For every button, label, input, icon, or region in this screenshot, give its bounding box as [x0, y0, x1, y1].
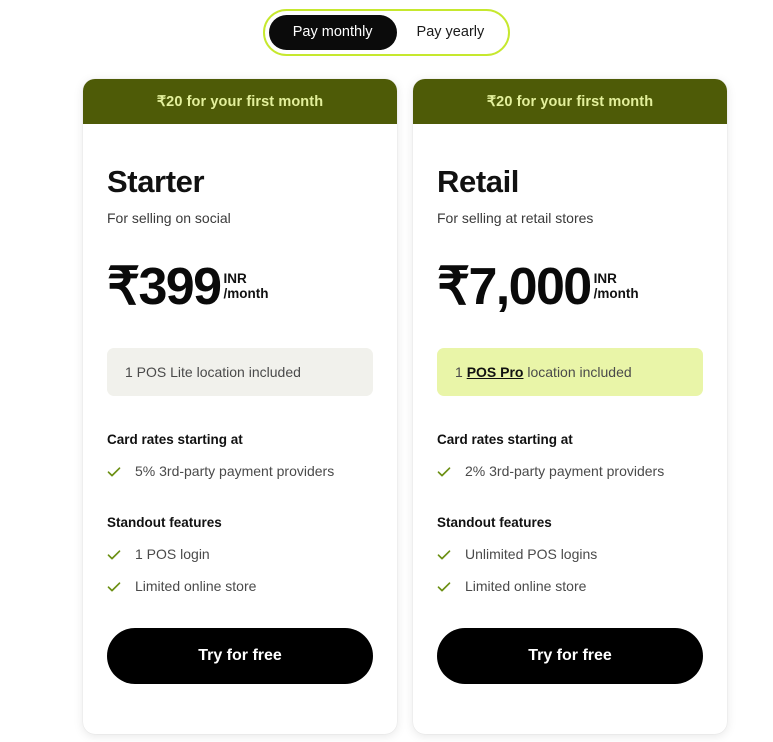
pricing-card-retail: ₹20 for your first month Retail For sell…: [413, 79, 727, 734]
pricing-card-starter: ₹20 for your first month Starter For sel…: [83, 79, 397, 734]
try-for-free-button[interactable]: Try for free: [107, 627, 373, 684]
plan-subtitle: For selling on social: [107, 209, 231, 226]
feature-label: 5% 3rd-party payment providers: [135, 462, 335, 479]
price-amount: ₹7,000: [437, 257, 592, 316]
card-body: Starter For selling on social ₹399 INR /…: [83, 164, 397, 712]
feature-item: Limited online store: [107, 578, 373, 594]
section-title-standout: Standout features: [437, 514, 552, 530]
price-meta: INR /month: [594, 271, 639, 303]
check-icon: [107, 465, 121, 479]
card-body: Retail For selling at retail stores ₹7,0…: [413, 164, 727, 712]
promo-banner: ₹20 for your first month: [83, 79, 397, 124]
try-for-free-button[interactable]: Try for free: [437, 627, 703, 684]
toggle-option-pay-yearly[interactable]: Pay yearly: [397, 15, 505, 50]
price-block: ₹399 INR /month: [107, 261, 373, 323]
callout-prefix: 1 POS Lite location included: [125, 363, 301, 380]
feature-item: Unlimited POS logins: [437, 546, 703, 562]
price-period: /month: [223, 286, 269, 302]
callout-strong[interactable]: POS Pro: [467, 364, 524, 380]
feature-item: Limited online store: [437, 578, 703, 594]
feature-label: 1 POS login: [135, 545, 210, 562]
promo-banner: ₹20 for your first month: [413, 79, 727, 124]
check-icon: [107, 548, 121, 562]
plan-subtitle: For selling at retail stores: [437, 209, 594, 226]
check-icon: [437, 465, 451, 479]
section-title-card-rates: Card rates starting at: [437, 431, 573, 447]
location-callout: 1 POS Lite location included: [107, 347, 373, 396]
callout-prefix: 1: [455, 363, 467, 380]
pricing-cards-row: ₹20 for your first month Starter For sel…: [83, 79, 727, 734]
section-title-card-rates: Card rates starting at: [107, 431, 243, 447]
callout-suffix: location included: [523, 363, 632, 380]
price-amount: ₹399: [107, 257, 222, 316]
plan-title: Starter: [107, 164, 205, 199]
feature-item: 1 POS login: [107, 546, 373, 562]
toggle-option-pay-monthly[interactable]: Pay monthly: [268, 15, 397, 50]
section-title-standout: Standout features: [107, 514, 222, 530]
feature-label: Limited online store: [465, 577, 587, 594]
feature-label: Unlimited POS logins: [465, 545, 598, 562]
price-meta: INR /month: [223, 271, 268, 303]
check-icon: [437, 548, 451, 562]
plan-title: Retail: [437, 164, 520, 199]
price-block: ₹7,000 INR /month: [437, 261, 703, 323]
billing-toggle-container: Pay monthly Pay yearly: [0, 9, 773, 56]
price-currency: INR: [223, 270, 247, 286]
feature-item: 5% 3rd-party payment providers: [107, 463, 373, 479]
location-callout: 1 POS Pro location included: [437, 347, 703, 396]
price-period: /month: [593, 286, 639, 302]
check-icon: [107, 580, 121, 594]
feature-item: 2% 3rd-party payment providers: [437, 463, 703, 479]
check-icon: [437, 580, 451, 594]
feature-label: Limited online store: [135, 577, 257, 594]
price-currency: INR: [593, 270, 617, 286]
billing-period-toggle[interactable]: Pay monthly Pay yearly: [262, 9, 511, 56]
feature-label: 2% 3rd-party payment providers: [465, 462, 665, 479]
